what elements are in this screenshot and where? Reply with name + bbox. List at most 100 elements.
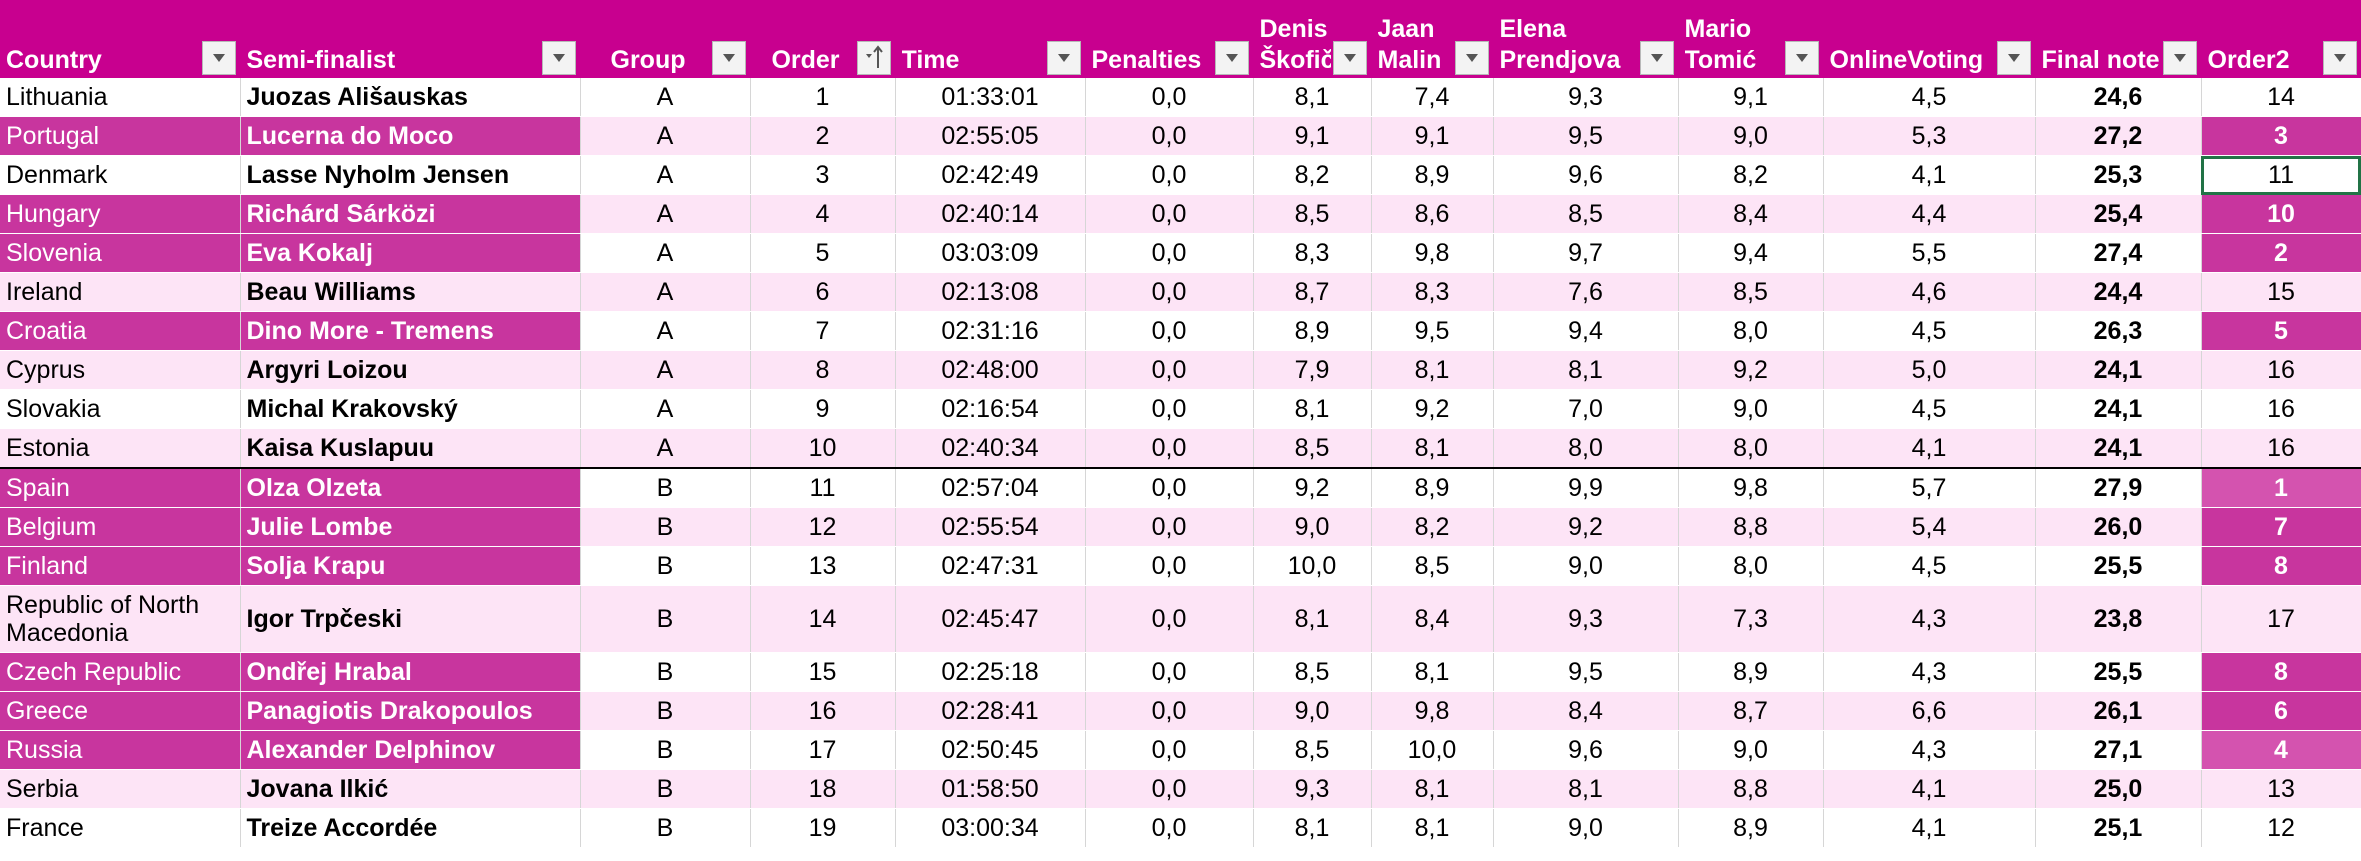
column-header-10[interactable]: OnlineVoting [1823,0,2036,78]
cell-country[interactable]: Cyprus [0,350,241,390]
filter-dropdown-icon[interactable] [2162,41,2197,75]
cell-j3[interactable]: 9,6 [1493,155,1679,195]
cell-j1[interactable]: 8,5 [1253,652,1372,692]
cell-final[interactable]: 27,4 [2035,233,2202,273]
cell-final[interactable]: 25,0 [2035,769,2202,809]
column-header-6[interactable]: Denis Škofič [1253,0,1372,78]
cell-j1[interactable]: 8,5 [1253,194,1372,234]
cell-pen[interactable]: 0,0 [1085,78,1254,117]
filter-dropdown-icon[interactable] [1639,41,1674,75]
cell-j4[interactable]: 7,3 [1678,585,1824,653]
cell-country[interactable]: Portugal [0,116,241,156]
cell-j1[interactable]: 9,0 [1253,507,1372,547]
cell-group[interactable]: A [580,311,751,351]
cell-group[interactable]: A [580,350,751,390]
cell-online[interactable]: 4,5 [1823,546,2036,586]
column-header-7[interactable]: Jaan Malin [1371,0,1494,78]
cell-country[interactable]: France [0,808,241,848]
cell-time[interactable]: 02:31:16 [895,311,1086,351]
cell-j2[interactable]: 8,1 [1371,652,1494,692]
cell-order2[interactable]: 16 [2201,389,2361,429]
cell-name[interactable]: Julie Lombe [240,507,581,547]
cell-j2[interactable]: 9,2 [1371,389,1494,429]
cell-time[interactable]: 02:42:49 [895,155,1086,195]
cell-name[interactable]: Jovana Ilkić [240,769,581,809]
cell-final[interactable]: 27,9 [2035,467,2202,508]
cell-country[interactable]: Slovakia [0,389,241,429]
cell-pen[interactable]: 0,0 [1085,585,1254,653]
cell-order2[interactable]: 7 [2201,507,2361,547]
cell-j2[interactable]: 8,1 [1371,350,1494,390]
cell-online[interactable]: 5,5 [1823,233,2036,273]
cell-group[interactable]: B [580,507,751,547]
cell-final[interactable]: 24,1 [2035,428,2202,469]
cell-country[interactable]: Russia [0,730,241,770]
cell-j3[interactable]: 9,4 [1493,311,1679,351]
cell-order2[interactable]: 16 [2201,350,2361,390]
cell-time[interactable]: 03:00:34 [895,808,1086,848]
cell-pen[interactable]: 0,0 [1085,808,1254,848]
cell-j4[interactable]: 9,8 [1678,467,1824,508]
cell-country[interactable]: Croatia [0,311,241,351]
cell-online[interactable]: 4,3 [1823,585,2036,653]
cell-order[interactable]: 19 [750,808,896,848]
cell-time[interactable]: 02:13:08 [895,272,1086,312]
cell-name[interactable]: Alexander Delphinov [240,730,581,770]
cell-order2[interactable]: 17 [2201,585,2361,653]
column-header-11[interactable]: Final note [2035,0,2202,78]
cell-j2[interactable]: 8,3 [1371,272,1494,312]
cell-time[interactable]: 02:40:14 [895,194,1086,234]
cell-pen[interactable]: 0,0 [1085,467,1254,508]
cell-order2[interactable]: 1 [2201,467,2361,508]
cell-pen[interactable]: 0,0 [1085,428,1254,469]
column-header-4[interactable]: Time [895,0,1086,78]
cell-time[interactable]: 02:25:18 [895,652,1086,692]
cell-online[interactable]: 4,6 [1823,272,2036,312]
cell-group[interactable]: B [580,585,751,653]
cell-j4[interactable]: 8,0 [1678,546,1824,586]
cell-j3[interactable]: 9,5 [1493,652,1679,692]
cell-online[interactable]: 4,1 [1823,155,2036,195]
cell-order[interactable]: 8 [750,350,896,390]
cell-country[interactable]: Hungary [0,194,241,234]
cell-j3[interactable]: 8,1 [1493,769,1679,809]
cell-j3[interactable]: 8,1 [1493,350,1679,390]
cell-j2[interactable]: 8,1 [1371,769,1494,809]
cell-online[interactable]: 5,7 [1823,467,2036,508]
cell-j3[interactable]: 9,2 [1493,507,1679,547]
cell-j2[interactable]: 10,0 [1371,730,1494,770]
cell-j1[interactable]: 8,1 [1253,78,1372,117]
cell-j3[interactable]: 9,5 [1493,116,1679,156]
cell-group[interactable]: B [580,546,751,586]
cell-time[interactable]: 01:58:50 [895,769,1086,809]
cell-group[interactable]: A [580,194,751,234]
cell-final[interactable]: 24,6 [2035,78,2202,117]
cell-time[interactable]: 02:50:45 [895,730,1086,770]
cell-j1[interactable]: 8,5 [1253,428,1372,469]
column-header-12[interactable]: Order2 [2201,0,2361,78]
cell-j2[interactable]: 8,6 [1371,194,1494,234]
cell-name[interactable]: Kaisa Kuslapuu [240,428,581,469]
cell-j3[interactable]: 9,0 [1493,546,1679,586]
cell-j3[interactable]: 9,3 [1493,78,1679,117]
cell-j1[interactable]: 9,2 [1253,467,1372,508]
cell-j4[interactable]: 8,7 [1678,691,1824,731]
column-header-0[interactable]: Country [0,0,241,78]
cell-online[interactable]: 4,5 [1823,389,2036,429]
cell-j4[interactable]: 8,5 [1678,272,1824,312]
cell-time[interactable]: 02:16:54 [895,389,1086,429]
cell-country[interactable]: Belgium [0,507,241,547]
cell-j4[interactable]: 8,0 [1678,311,1824,351]
cell-name[interactable]: Beau Williams [240,272,581,312]
cell-order2[interactable]: 4 [2201,730,2361,770]
cell-time[interactable]: 01:33:01 [895,78,1086,117]
cell-j3[interactable]: 8,4 [1493,691,1679,731]
filter-dropdown-icon[interactable] [1784,41,1819,75]
filter-dropdown-icon[interactable] [1046,41,1081,75]
cell-j4[interactable]: 9,0 [1678,389,1824,429]
cell-j2[interactable]: 8,5 [1371,546,1494,586]
cell-country[interactable]: Lithuania [0,78,241,117]
cell-final[interactable]: 24,1 [2035,350,2202,390]
cell-order[interactable]: 9 [750,389,896,429]
cell-name[interactable]: Argyri Loizou [240,350,581,390]
